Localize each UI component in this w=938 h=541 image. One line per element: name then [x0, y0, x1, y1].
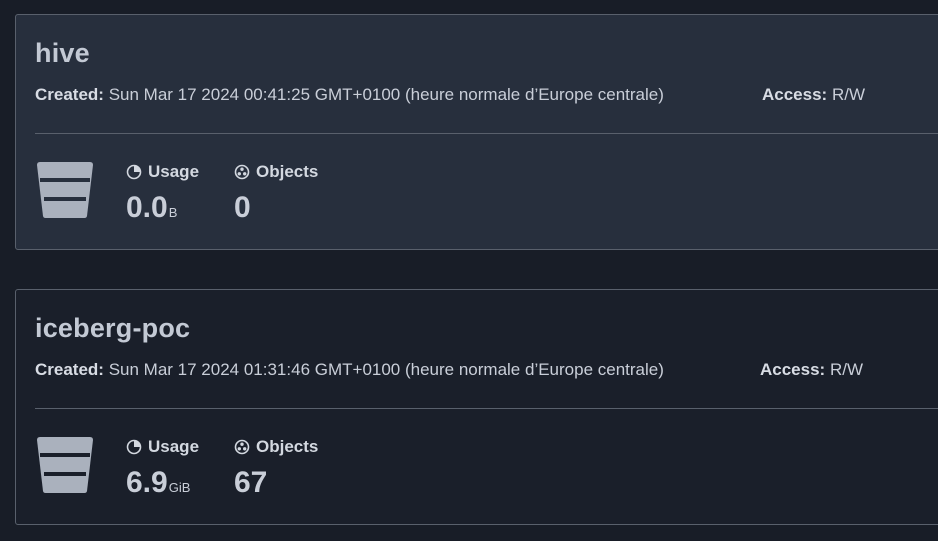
usage-unit: B	[168, 205, 178, 220]
bucket-meta: Created: Sun Mar 17 2024 01:31:46 GMT+01…	[35, 360, 938, 382]
access-label: Access:	[762, 85, 828, 104]
objects-stat: Objects 0	[234, 161, 318, 225]
bucket-list: hive Created: Sun Mar 17 2024 00:41:25 G…	[0, 0, 938, 541]
bucket-card-hive[interactable]: hive Created: Sun Mar 17 2024 00:41:25 G…	[15, 14, 938, 250]
usage-number: 0.0	[126, 191, 168, 224]
usage-label: Usage	[148, 437, 200, 456]
bucket-name[interactable]: iceberg-poc	[35, 313, 190, 344]
usage-unit: GiB	[168, 480, 191, 495]
bucket-meta: Created: Sun Mar 17 2024 00:41:25 GMT+01…	[35, 85, 938, 107]
objects-value: 0	[234, 191, 251, 224]
access-info: Access: R/W	[762, 85, 865, 105]
bucket-icon	[37, 437, 93, 493]
created-info: Created: Sun Mar 17 2024 00:41:25 GMT+01…	[35, 85, 664, 105]
objects-label: Objects	[256, 162, 319, 181]
created-value: Sun Mar 17 2024 00:41:25 GMT+0100 (heure…	[108, 85, 664, 104]
objects-stat: Objects 67	[234, 436, 318, 500]
created-label: Created:	[35, 85, 104, 104]
usage-label: Usage	[148, 162, 200, 181]
created-info: Created: Sun Mar 17 2024 01:31:46 GMT+01…	[35, 360, 664, 380]
card-divider	[35, 133, 938, 134]
bucket-card-iceberg-poc[interactable]: iceberg-poc Created: Sun Mar 17 2024 01:…	[15, 289, 938, 525]
access-label: Access:	[760, 360, 826, 379]
objects-label: Objects	[256, 437, 319, 456]
objects-value: 67	[234, 466, 268, 499]
objects-icon	[234, 164, 250, 180]
access-value: R/W	[829, 360, 863, 379]
usage-value: 6.9GiB	[126, 466, 199, 505]
objects-icon	[234, 439, 250, 455]
access-info: Access: R/W	[760, 360, 863, 380]
usage-stat: Usage 0.0B	[126, 161, 199, 230]
created-label: Created:	[35, 360, 104, 379]
usage-stat: Usage 6.9GiB	[126, 436, 199, 505]
access-value: R/W	[831, 85, 865, 104]
created-value: Sun Mar 17 2024 01:31:46 GMT+0100 (heure…	[108, 360, 664, 379]
bucket-icon	[37, 162, 93, 218]
bucket-name[interactable]: hive	[35, 38, 90, 69]
pie-chart-icon	[126, 164, 142, 180]
pie-chart-icon	[126, 439, 142, 455]
usage-value: 0.0B	[126, 191, 199, 230]
usage-number: 6.9	[126, 466, 168, 499]
card-divider	[35, 408, 938, 409]
